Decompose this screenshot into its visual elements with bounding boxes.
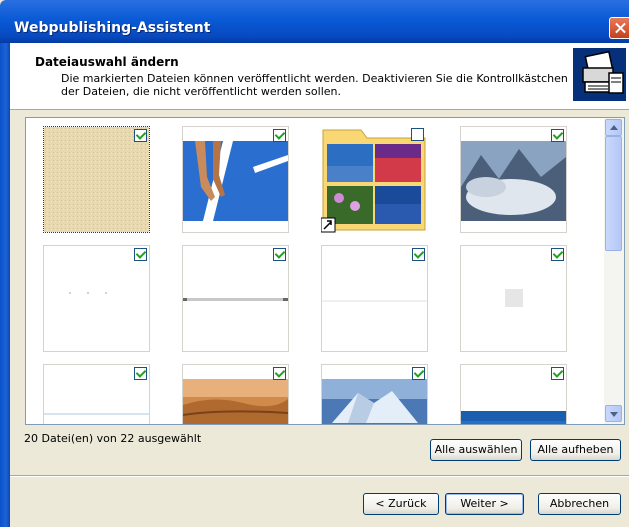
cancel-button[interactable]: Abbrechen: [538, 493, 621, 515]
chevron-down-icon: [610, 412, 618, 417]
file-thumbnail[interactable]: [460, 126, 567, 233]
deselect-all-button[interactable]: Alle aufheben: [530, 439, 621, 461]
publish-checkbox[interactable]: [273, 367, 286, 380]
file-thumbnail[interactable]: [321, 364, 428, 424]
publish-checkbox[interactable]: [412, 248, 425, 261]
publish-checkbox[interactable]: [273, 129, 286, 142]
scroll-up-button[interactable]: [605, 119, 622, 136]
file-list[interactable]: [25, 117, 625, 425]
blank-image: [69, 292, 107, 294]
gray-square-image: [505, 289, 523, 307]
publish-checkbox[interactable]: [134, 367, 147, 380]
publish-checkbox[interactable]: [551, 129, 564, 142]
scroll-thumb[interactable]: [605, 136, 622, 251]
photo-folder-image: [321, 129, 426, 233]
button-divider: [10, 475, 629, 477]
publish-checkbox[interactable]: [412, 367, 425, 380]
wizard-header: Dateiauswahl ändern Die markierten Datei…: [10, 43, 629, 110]
thumbnail-grid: [26, 118, 604, 424]
publish-checkbox[interactable]: [273, 248, 286, 261]
scroll-down-button[interactable]: [605, 405, 622, 422]
file-thumbnail[interactable]: [182, 126, 289, 233]
publish-checkbox[interactable]: [134, 248, 147, 261]
selection-count: 20 Datei(en) von 22 ausgewählt: [24, 432, 202, 445]
page-title: Dateiauswahl ändern: [35, 55, 179, 69]
web-publish-icon: [573, 48, 626, 101]
file-thumbnail[interactable]: [460, 245, 567, 352]
vertical-scrollbar[interactable]: [604, 118, 624, 424]
close-button[interactable]: [609, 17, 629, 39]
file-thumbnail[interactable]: [321, 245, 428, 352]
window-frame: [0, 43, 10, 527]
title-bar: Webpublishing-Assistent: [0, 0, 629, 43]
file-thumbnail[interactable]: [43, 126, 150, 233]
faint-line-image: [322, 300, 427, 302]
file-thumbnail[interactable]: [460, 364, 567, 424]
publish-checkbox[interactable]: [411, 128, 424, 141]
next-button[interactable]: Weiter >: [445, 493, 524, 515]
misty-mountains-image: [461, 141, 566, 221]
select-all-button[interactable]: Alle auswählen: [430, 439, 522, 461]
gray-line-image: [183, 298, 288, 301]
chevron-up-icon: [610, 125, 618, 130]
file-thumbnail[interactable]: [43, 245, 150, 352]
file-thumbnail[interactable]: [182, 364, 289, 424]
page-description: Die markierten Dateien können veröffentl…: [61, 72, 568, 98]
publish-checkbox[interactable]: [551, 248, 564, 261]
sand-texture-image: [44, 127, 149, 232]
file-thumbnail[interactable]: [321, 126, 428, 233]
window-title: Webpublishing-Assistent: [14, 20, 211, 36]
tennis-court-image: [183, 141, 288, 221]
publish-checkbox[interactable]: [134, 129, 147, 142]
file-thumbnail[interactable]: [43, 364, 150, 424]
back-button[interactable]: < Zurück: [363, 493, 439, 515]
publish-checkbox[interactable]: [551, 367, 564, 380]
file-thumbnail[interactable]: [182, 245, 289, 352]
